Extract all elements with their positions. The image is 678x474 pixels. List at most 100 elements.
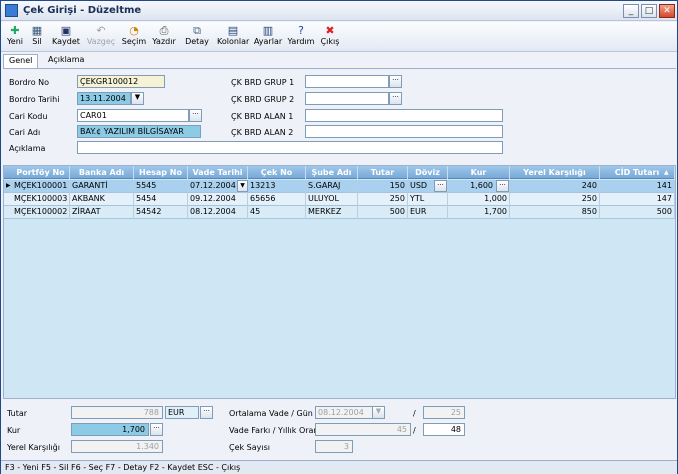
cell-cek-no[interactable]: 45 [248, 206, 306, 219]
column-header-cek-no[interactable]: Çek No [248, 166, 306, 179]
cell-cid-tutari[interactable]: 147 [600, 193, 675, 206]
cell-cek-no[interactable]: 13213 [248, 180, 306, 193]
grid-header: Portföy No Banka Adı Hesap No Vade Tarihi Çe… [4, 166, 675, 179]
settings-button[interactable]: ▥ Ayarlar [253, 24, 283, 50]
currency-lookup-button[interactable]: ··· [200, 406, 213, 419]
cell-yerel-karsiligi[interactable]: 240 [510, 180, 600, 193]
cell-banka-adi[interactable]: GARANTİ [70, 180, 134, 193]
tab-genel[interactable]: Genel [3, 54, 39, 68]
kur-lookup-button[interactable]: ··· [150, 423, 163, 436]
cell-yerel-karsiligi[interactable]: 250 [510, 193, 600, 206]
ck-brd-grup2-lookup-button[interactable]: ··· [389, 92, 402, 105]
kur-cell-lookup-button[interactable]: ··· [496, 180, 509, 192]
detail-button[interactable]: ⧉ Detay [183, 24, 211, 50]
delete-button[interactable]: ▦ Sil [27, 24, 47, 50]
title-bar[interactable]: Çek Girişi - Düzeltme _ □ ✕ [1, 1, 677, 21]
printer-icon: ⎙ [159, 24, 169, 37]
cell-cek-no[interactable]: 65656 [248, 193, 306, 206]
aciklama-field[interactable] [77, 141, 503, 154]
bordro-no-field[interactable]: ÇEKGR100012 [77, 75, 165, 88]
ck-brd-grup1-label: ÇK BRD GRUP 1 [231, 78, 295, 87]
columns-button[interactable]: ▤ Kolonlar [217, 24, 249, 50]
cell-hesap-no[interactable]: 54542 [134, 206, 188, 219]
cell-tutar[interactable]: 250 [358, 193, 408, 206]
cell-portfoy-no[interactable]: MÇEK100002 [12, 206, 70, 219]
cell-kur[interactable]: 1,700 [448, 206, 510, 219]
ck-brd-alan1-field[interactable] [305, 109, 503, 122]
vade-farki-label: Vade Farkı / Yıllık Oranı [229, 426, 321, 435]
table-row[interactable]: ▶ MÇEK100001 GARANTİ 5545 07.12.2004 13213 S.G… [4, 180, 675, 193]
cell-doviz[interactable]: EUR [408, 206, 448, 219]
cancel-button[interactable]: ↶ Vazgeç [85, 24, 117, 50]
close-button[interactable]: ✕ [659, 4, 675, 18]
column-header-doviz[interactable]: Döviz [408, 166, 448, 179]
table-row[interactable]: MÇEK100003 AKBANK 5454 09.12.2004 65656 ULUYO… [4, 193, 675, 206]
exit-icon: ✖ [325, 24, 335, 37]
cell-sube-adi[interactable]: MERKEZ [306, 206, 358, 219]
cell-vade-tarihi[interactable]: 08.12.2004 [188, 206, 248, 219]
print-button[interactable]: ⎙ Yazdır [151, 24, 177, 50]
bordro-tarihi-field[interactable]: 13.11.2004 [77, 92, 131, 105]
column-header-sube-adi[interactable]: Şube Adı [306, 166, 358, 179]
currency-field[interactable]: EUR [165, 406, 199, 419]
doviz-lookup-button[interactable]: ··· [434, 180, 447, 192]
cell-tutar[interactable]: 500 [358, 206, 408, 219]
ck-brd-grup2-field[interactable] [305, 92, 389, 105]
column-header-kur[interactable]: Kur [448, 166, 510, 179]
column-header-vade-tarihi[interactable]: Vade Tarihi [188, 166, 248, 179]
ck-brd-alan2-field[interactable] [305, 125, 503, 138]
row-marker-icon: ▶ [4, 180, 12, 193]
select-icon: ◔ [129, 24, 139, 37]
table-row[interactable]: MÇEK100002 ZİRAAT 54542 08.12.2004 45 MERKEZ 5… [4, 206, 675, 219]
cari-adi-field[interactable]: BAY.¢ YAZILIM BİLGİSAYAR [77, 125, 201, 138]
summary-panel: Tutar 788 EUR ··· Kur 1,700 ··· Yerel Ka… [3, 399, 676, 459]
save-button[interactable]: ▣ Kaydet [51, 24, 81, 50]
cell-portfoy-no[interactable]: MÇEK100001 [12, 180, 70, 193]
exit-button[interactable]: ✖ Çıkış [319, 24, 341, 50]
tab-aciklama[interactable]: Açıklama [43, 54, 89, 68]
vade-farki-field: 45 [315, 423, 411, 436]
column-header-tutar[interactable]: Tutar [358, 166, 408, 179]
cheque-grid: Portföy No Banka Adı Hesap No Vade Tarihi Çe… [3, 165, 676, 399]
cari-adi-label: Cari Adı [9, 128, 41, 137]
cell-cid-tutari[interactable]: 141 [600, 180, 675, 193]
cell-portfoy-no[interactable]: MÇEK100003 [12, 193, 70, 206]
cell-yerel-karsiligi[interactable]: 850 [510, 206, 600, 219]
cell-kur[interactable]: 1,000 [448, 193, 510, 206]
yillik-oran-field[interactable]: 48 [423, 423, 465, 436]
select-button[interactable]: ◔ Seçim [121, 24, 147, 50]
slash-1: / [413, 409, 416, 418]
cell-vade-tarihi[interactable]: 09.12.2004 [188, 193, 248, 206]
vade-date-dropdown-button[interactable]: ▼ [237, 180, 248, 192]
cell-sube-adi[interactable]: S.GARAJ [306, 180, 358, 193]
column-header-banka-adi[interactable]: Banka Adı [70, 166, 134, 179]
bordro-tarihi-label: Bordro Tarihi [9, 95, 60, 104]
help-button[interactable]: ? Yardım [287, 24, 315, 50]
cell-banka-adi[interactable]: ZİRAAT [70, 206, 134, 219]
column-header-portfoy-no[interactable]: Portföy No [12, 166, 70, 179]
cell-doviz[interactable]: YTL [408, 193, 448, 206]
cell-hesap-no[interactable]: 5454 [134, 193, 188, 206]
cell-sube-adi[interactable]: ULUYOL [306, 193, 358, 206]
yerel-karsiligi-field: 1.340 [71, 440, 163, 453]
cari-kodu-lookup-button[interactable]: ··· [189, 109, 202, 122]
ck-brd-grup2-label: ÇK BRD GRUP 2 [231, 95, 295, 104]
column-header-yerel-karsiligi[interactable]: Yerel Karşılığı [510, 166, 600, 179]
cari-kodu-field[interactable]: CAR01 [77, 109, 189, 122]
cell-banka-adi[interactable]: AKBANK [70, 193, 134, 206]
new-button[interactable]: ✚ Yeni [5, 24, 25, 50]
cell-tutar[interactable]: 150 [358, 180, 408, 193]
column-header-hesap-no[interactable]: Hesap No [134, 166, 188, 179]
cell-cid-tutari[interactable]: 500 [600, 206, 675, 219]
cell-hesap-no[interactable]: 5545 [134, 180, 188, 193]
ck-brd-grup1-lookup-button[interactable]: ··· [389, 75, 402, 88]
save-icon: ▣ [60, 24, 72, 37]
kur-field[interactable]: 1,700 [71, 423, 149, 436]
ck-brd-alan2-label: ÇK BRD ALAN 2 [231, 128, 294, 137]
maximize-button[interactable]: □ [641, 4, 657, 18]
kur-label: Kur [7, 426, 21, 435]
minimize-button[interactable]: _ [623, 4, 639, 18]
help-icon: ? [298, 24, 304, 37]
ck-brd-grup1-field[interactable] [305, 75, 389, 88]
date-dropdown-button[interactable]: ▼ [131, 92, 144, 105]
